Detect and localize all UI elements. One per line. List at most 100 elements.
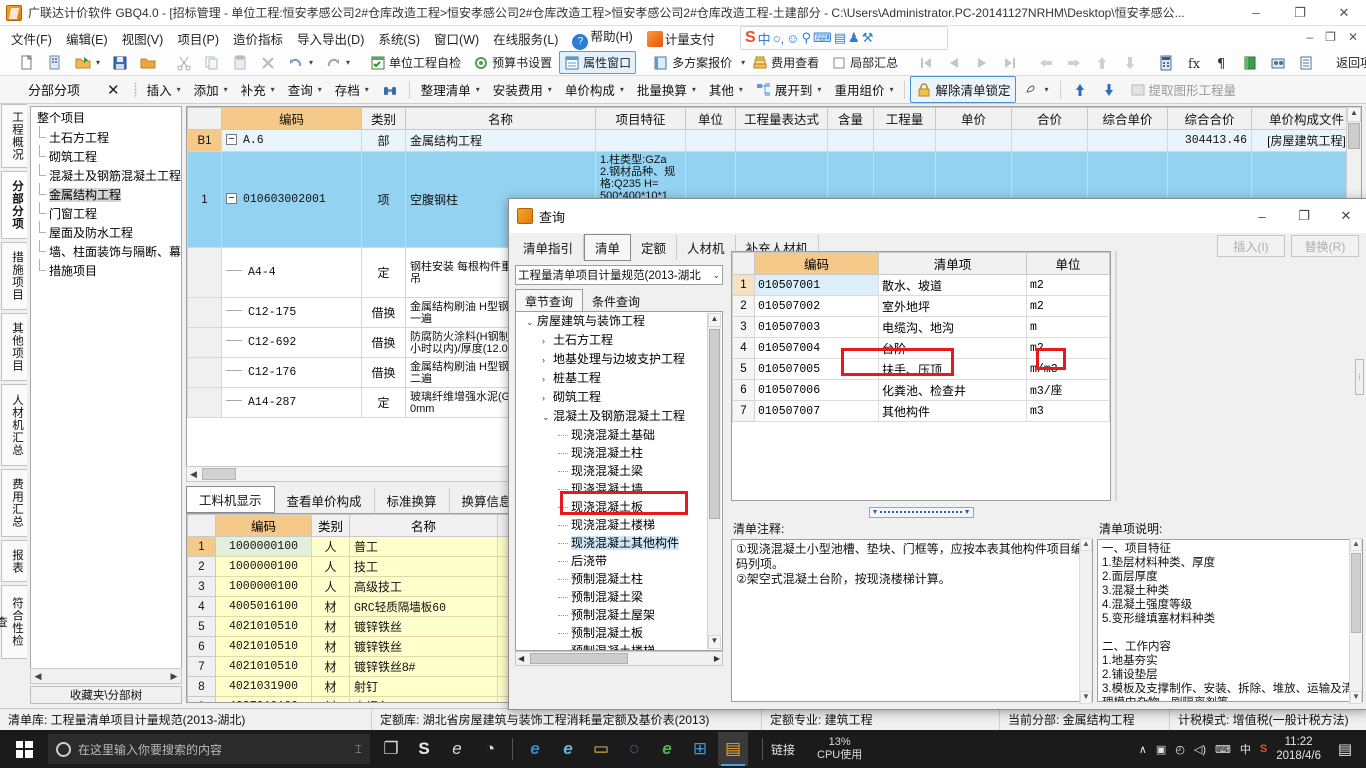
row-number[interactable]: 9: [187, 696, 216, 702]
organize-list-button[interactable]: 整理清单 ▾: [415, 76, 486, 103]
cell-list-item[interactable]: 扶手、压顶: [878, 358, 1027, 380]
paint-button[interactable]: ▾: [1017, 78, 1054, 102]
cell-unit[interactable]: m2: [1026, 295, 1110, 317]
chevron-down-icon[interactable]: ⌄: [710, 270, 720, 281]
formula-button[interactable]: fx: [1181, 52, 1207, 74]
first-record-button[interactable]: [913, 52, 939, 74]
scroll-down-icon[interactable]: ▼: [1350, 691, 1362, 704]
col-code[interactable]: 编码: [215, 514, 312, 537]
cell-category[interactable]: 项: [361, 151, 406, 248]
chapter-node-cast-stair[interactable]: 现浇混凝土楼梯: [516, 516, 722, 534]
col-quantity[interactable]: 工程量: [873, 107, 936, 130]
save-button[interactable]: [107, 52, 133, 74]
tab-standard-conversion[interactable]: 标准换算: [375, 488, 450, 513]
scroll-up-icon[interactable]: ▲: [708, 313, 721, 327]
expand-to-button[interactable]: 展开到 ▾: [750, 76, 828, 103]
tree-node-doors-windows[interactable]: 门窗工程: [31, 202, 181, 223]
scroll-left-icon[interactable]: ◀: [187, 469, 200, 480]
row-number[interactable]: 2: [732, 295, 755, 317]
dialog-maximize-button[interactable]: ❐: [1283, 200, 1325, 233]
budget-settings-button[interactable]: 预算书设置: [468, 51, 557, 74]
cell-code[interactable]: C12-175: [221, 297, 362, 328]
chevron-down-icon[interactable]: ▾: [548, 85, 552, 94]
report-button[interactable]: [1293, 52, 1319, 74]
cell-list-item[interactable]: 其他构件: [878, 400, 1027, 422]
ime-chinese-mode-icon[interactable]: 中: [758, 29, 771, 48]
dialog-horizontal-splitter[interactable]: ▼ ▼: [731, 505, 1111, 519]
tab-labor-material-display[interactable]: 工料机显示: [186, 486, 275, 513]
batch-conversion-button[interactable]: 批量换算 ▾: [631, 76, 702, 103]
chapter-node-cast-other-components[interactable]: 现浇混凝土其他构件: [516, 534, 722, 552]
tab-list[interactable]: 清单: [584, 233, 632, 261]
chapter-node-cast-foundation[interactable]: 现浇混凝土基础: [516, 426, 722, 444]
cell-name[interactable]: 镀锌铁丝: [349, 616, 498, 637]
col-unit[interactable]: 单位: [1026, 252, 1110, 275]
insert-button[interactable]: 插入 ▾: [141, 76, 187, 103]
cell-category[interactable]: 材: [311, 636, 350, 657]
chapter-node-pile-foundation[interactable]: › 桩基工程: [516, 369, 722, 388]
tree-node-measure-items[interactable]: 措施项目: [31, 259, 181, 280]
col-category[interactable]: 类别: [361, 107, 406, 130]
tree-node-roof-waterproof[interactable]: 屋面及防水工程: [31, 221, 181, 242]
clock-app-icon[interactable]: ◔: [475, 732, 505, 766]
sogou-logo-icon[interactable]: S: [745, 29, 756, 47]
delete-button[interactable]: [255, 52, 281, 74]
chevron-down-icon[interactable]: ▾: [817, 85, 821, 94]
table-row[interactable]: 7 010507007 其他构件 m3: [732, 400, 1110, 422]
collapse-icon[interactable]: −: [226, 193, 237, 204]
chevron-down-icon[interactable]: ▾: [177, 85, 181, 94]
table-row[interactable]: 6 010507006 化粪池、检查井 m3/座: [732, 379, 1110, 401]
cell-unit[interactable]: m: [1026, 316, 1110, 338]
tab-quota[interactable]: 定额: [631, 234, 678, 260]
cell-category[interactable]: 人: [311, 536, 350, 557]
scroll-left-icon[interactable]: ◀: [516, 654, 524, 663]
chapter-node-precast-column[interactable]: 预制混凝土柱: [516, 570, 722, 588]
keyboard-icon[interactable]: ⌨: [1215, 743, 1231, 756]
table-row[interactable]: 5 010507005 扶手、压顶 m/m3: [732, 358, 1110, 380]
paste-button[interactable]: [227, 52, 253, 74]
new-project-button[interactable]: [42, 52, 68, 74]
row-number[interactable]: [187, 387, 222, 418]
insert-button[interactable]: 插入(I): [1217, 235, 1285, 257]
chapter-node-precast-stair[interactable]: 预制混凝土楼梯: [516, 642, 722, 650]
cell-category[interactable]: 人: [311, 576, 350, 597]
menu-view[interactable]: 视图(V): [115, 26, 171, 51]
cell-unit[interactable]: m/m3: [1026, 358, 1110, 380]
scroll-left-icon[interactable]: ◀: [31, 671, 45, 682]
cell-name[interactable]: 电焊条: [349, 696, 498, 702]
property-window-button[interactable]: 属性窗口: [559, 51, 637, 74]
cell-name[interactable]: GRC轻质隔墙板60: [349, 596, 498, 617]
sidebar-item-reports[interactable]: 报表: [1, 540, 27, 582]
division-tree-panel[interactable]: 整个项目 土石方工程 砌筑工程 混凝土及钢筋混凝土工程 金属结构工程 门窗工程 …: [30, 106, 182, 684]
menu-system[interactable]: 系统(S): [371, 26, 427, 51]
minimize-button[interactable]: –: [1234, 0, 1278, 25]
chapter-node-precast-beam[interactable]: 预制混凝土梁: [516, 588, 722, 606]
ime-toolbox-icon[interactable]: ⚒: [862, 30, 874, 46]
sogou-tray-icon[interactable]: S: [1260, 743, 1267, 755]
unit-price-composition-button[interactable]: 单价构成 ▾: [559, 76, 630, 103]
replace-button[interactable]: 替换(R): [1291, 235, 1359, 257]
chapter-node-cast-beam[interactable]: 现浇混凝土梁: [516, 462, 722, 480]
cell-code[interactable]: 4021031900: [215, 676, 312, 697]
extract-graphic-quantity-button[interactable]: 提取图形工程量: [1124, 76, 1243, 103]
col-code[interactable]: 编码: [221, 107, 362, 130]
new-document-button[interactable]: [14, 52, 40, 74]
cell-code[interactable]: 010507003: [754, 316, 879, 338]
query-button[interactable]: 查询 ▾: [282, 76, 328, 103]
chevron-down-icon[interactable]: ▾: [620, 85, 624, 94]
cell-name[interactable]: 金属结构工程: [405, 129, 596, 152]
cell-code[interactable]: A14-287: [221, 387, 362, 418]
cell-unit[interactable]: m3: [1026, 400, 1110, 422]
chevron-down-icon[interactable]: ▾: [889, 85, 893, 94]
scroll-up-icon[interactable]: ▲: [1080, 538, 1092, 551]
cell-category[interactable]: 材: [311, 656, 350, 677]
scroll-up-icon[interactable]: ▲: [1350, 538, 1362, 551]
add-button[interactable]: 添加 ▾: [188, 76, 234, 103]
col-rownum[interactable]: [187, 107, 222, 130]
multi-plan-caret-icon[interactable]: ▾: [741, 58, 745, 67]
cell-unit[interactable]: m3/座: [1026, 379, 1110, 401]
row-number[interactable]: [187, 297, 222, 328]
cell-name[interactable]: 普工: [349, 536, 498, 557]
tree-root-node[interactable]: 整个项目: [31, 107, 181, 128]
chapter-tree[interactable]: ⌄ 房屋建筑与装饰工程 › 土石方工程 › 地基处理与边坡支护工程 › 桩基工程 › 砌筑…: [515, 311, 723, 651]
